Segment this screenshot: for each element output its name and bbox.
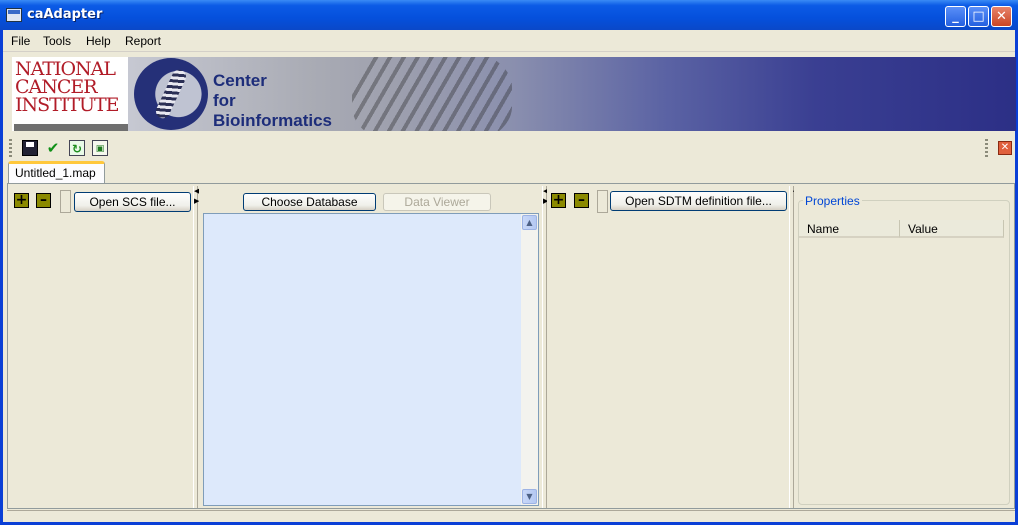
vertical-scrollbar[interactable]: ▲ ▼ [521, 214, 538, 505]
data-viewer-button[interactable]: Data Viewer [383, 193, 491, 211]
spellcheck-icon[interactable]: ✔ [45, 140, 61, 156]
target-pane: + – Open SDTM definition file... [547, 186, 790, 508]
database-list[interactable]: ▲ ▼ [203, 213, 539, 506]
banner-bioinformatics-text: Bioinformatics [213, 111, 333, 130]
header-banner: NATIONAL CANCER INSTITUTE Center for Bio… [12, 57, 1016, 131]
menu-tools[interactable]: Tools [43, 34, 71, 48]
expand-all-button[interactable]: + [14, 193, 29, 208]
app-icon [6, 8, 22, 22]
minus-icon: – [40, 192, 47, 208]
app-window: caAdapter _ □ ✕ File Tools Help Report N… [0, 0, 1018, 525]
close-icon[interactable]: ✕ [998, 141, 1012, 155]
menu-report[interactable]: Report [125, 34, 161, 48]
split-divider-left[interactable]: ◀ ▶ [193, 186, 199, 508]
scroll-up-icon[interactable]: ▲ [522, 215, 537, 230]
column-header-value[interactable]: Value [900, 220, 1004, 238]
toolbar-separator [60, 190, 71, 213]
expand-all-button[interactable]: + [551, 193, 566, 208]
properties-title: Properties [803, 194, 862, 208]
maximize-button[interactable]: □ [968, 6, 989, 27]
plus-icon: + [15, 192, 28, 208]
plus-icon: + [552, 192, 565, 208]
properties-table-header: Name Value [799, 220, 1004, 238]
scroll-down-icon[interactable]: ▼ [522, 489, 537, 504]
database-pane: Choose Database Data Viewer ▲ ▼ [199, 186, 542, 508]
refresh-icon[interactable]: ↻ [69, 140, 85, 156]
close-window-button[interactable]: ✕ [991, 6, 1012, 27]
properties-box [798, 200, 1010, 505]
minimize-button[interactable]: _ [945, 6, 966, 27]
menu-help[interactable]: Help [86, 34, 111, 48]
choose-database-button[interactable]: Choose Database [243, 193, 376, 211]
toolbar-separator [597, 190, 608, 213]
open-sdtm-definition-button[interactable]: Open SDTM definition file... [610, 191, 787, 211]
collapse-all-button[interactable]: – [36, 193, 51, 208]
menu-bar: File Tools Help Report [3, 30, 1015, 52]
menu-file[interactable]: File [11, 34, 30, 48]
window-title: caAdapter [27, 7, 103, 22]
toolbar-grip-right[interactable] [985, 139, 988, 157]
nci-logo: NATIONAL CANCER INSTITUTE [12, 57, 128, 131]
mapping-panel: + – Open SCS file... ◀ ▶ Choose Database… [7, 183, 1015, 509]
toolbar-grip[interactable] [9, 139, 12, 157]
banner-for-text: for [213, 91, 236, 110]
collapse-all-button[interactable]: – [574, 193, 589, 208]
toolbar: ✔ ↻ ▣ ✕ [3, 136, 1015, 160]
cbiit-logo [134, 58, 208, 130]
column-header-name[interactable]: Name [799, 220, 900, 238]
open-scs-file-button[interactable]: Open SCS file... [74, 192, 191, 212]
validate-icon[interactable]: ▣ [92, 140, 108, 156]
minus-icon: – [578, 192, 585, 208]
source-pane: + – Open SCS file... [10, 186, 194, 508]
dna-helix-image [352, 57, 512, 131]
save-icon[interactable] [22, 140, 38, 156]
tab-untitled-map[interactable]: Untitled_1.map [8, 161, 105, 183]
title-bar[interactable]: caAdapter _ □ ✕ [0, 0, 1018, 30]
status-bar [7, 510, 1015, 521]
properties-pane: Properties Name Value [794, 186, 1014, 508]
banner-center-text: Center [213, 71, 267, 90]
